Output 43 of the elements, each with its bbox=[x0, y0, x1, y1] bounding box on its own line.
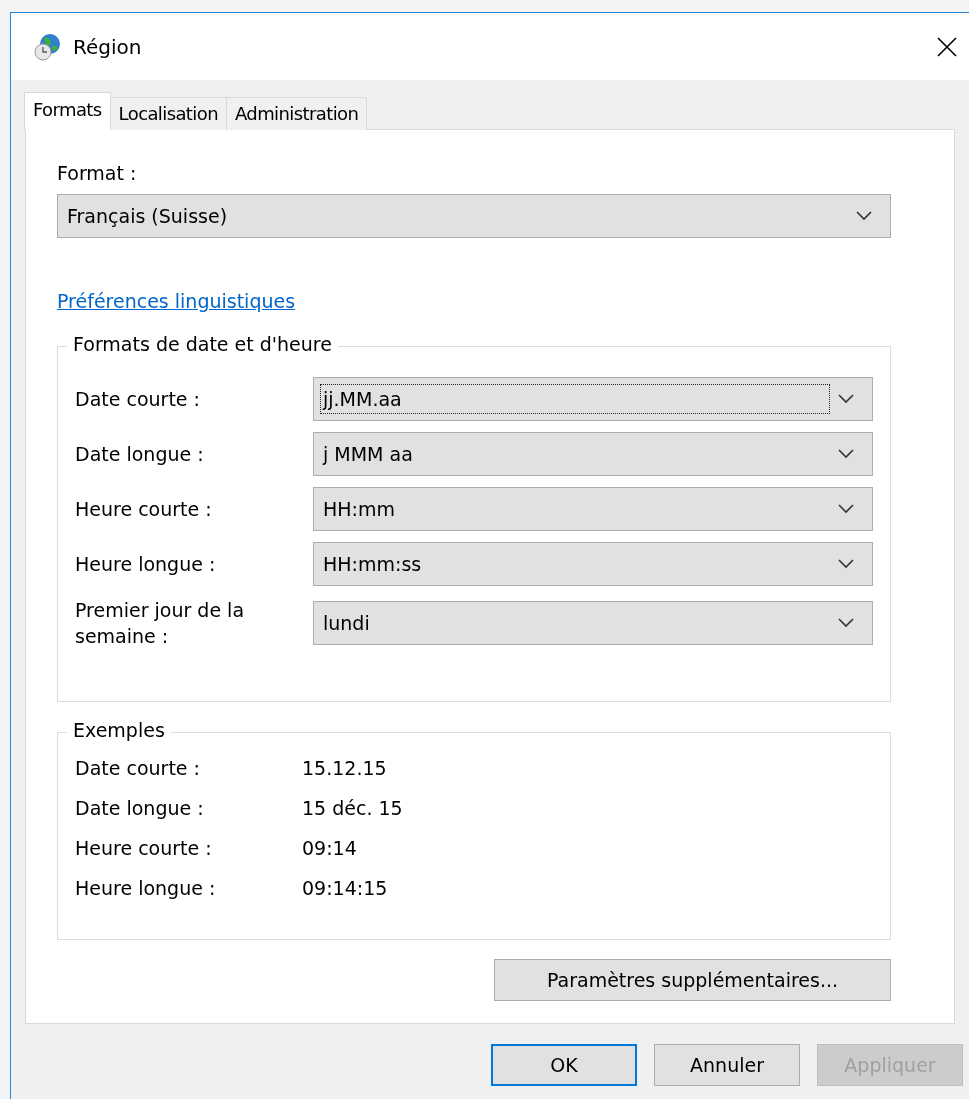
chevron-down-icon bbox=[838, 504, 854, 514]
chevron-down-icon bbox=[838, 394, 854, 404]
dropdown[interactable]: HH:mm:ss bbox=[313, 542, 873, 586]
field-label: Date longue : bbox=[75, 442, 205, 467]
window-title: Région bbox=[73, 34, 143, 59]
tab[interactable]: Formats bbox=[24, 92, 111, 130]
chevron-down-icon bbox=[838, 559, 854, 569]
dropdown[interactable]: HH:mm bbox=[313, 487, 873, 531]
globe-clock-icon bbox=[33, 31, 63, 62]
example-value: 09:14:15 bbox=[302, 877, 388, 899]
dropdown-value: HH:mm bbox=[322, 497, 396, 522]
example-label: Date courte : bbox=[75, 757, 201, 779]
chevron-down-icon bbox=[838, 618, 854, 628]
dropdown-value: jj.MM.aa bbox=[320, 384, 830, 414]
dropdown[interactable]: Français (Suisse) bbox=[57, 194, 891, 238]
dropdown[interactable]: j MMM aa bbox=[313, 432, 873, 476]
field-label: Heure courte : bbox=[75, 497, 213, 522]
example-value: 09:14 bbox=[302, 837, 357, 859]
dropdown-value: HH:mm:ss bbox=[322, 552, 423, 577]
example-value: 15 déc. 15 bbox=[302, 797, 403, 819]
tab[interactable]: Administration bbox=[225, 97, 368, 130]
dropdown-value: j MMM aa bbox=[321, 442, 414, 467]
field-label: Premier jour de la semaine : bbox=[75, 598, 246, 649]
group-title: Exemples bbox=[67, 719, 171, 741]
example-value: 15.12.15 bbox=[302, 757, 387, 779]
example-label: Date longue : bbox=[75, 797, 205, 819]
field-label: Heure longue : bbox=[75, 552, 217, 577]
dropdown[interactable]: lundi bbox=[313, 601, 873, 645]
dialog-button[interactable]: OK bbox=[491, 1044, 637, 1086]
dropdown[interactable]: jj.MM.aa bbox=[313, 377, 873, 421]
example-label: Heure longue : bbox=[75, 877, 217, 899]
dropdown-value: lundi bbox=[322, 611, 371, 636]
chevron-down-icon bbox=[838, 449, 854, 459]
dialog-button[interactable]: Annuler bbox=[654, 1044, 800, 1086]
preferences-link[interactable]: Préférences linguistiques bbox=[57, 290, 296, 312]
field-label: Format : bbox=[57, 162, 138, 184]
chevron-down-icon bbox=[856, 211, 872, 221]
tab[interactable]: Localisation bbox=[109, 97, 227, 130]
close-icon[interactable] bbox=[937, 36, 957, 57]
advanced-settings-button[interactable]: Paramètres supplémentaires... bbox=[494, 959, 891, 1001]
field-label: Date courte : bbox=[75, 387, 201, 412]
dropdown-value: Français (Suisse) bbox=[66, 204, 229, 229]
example-label: Heure courte : bbox=[75, 837, 213, 859]
